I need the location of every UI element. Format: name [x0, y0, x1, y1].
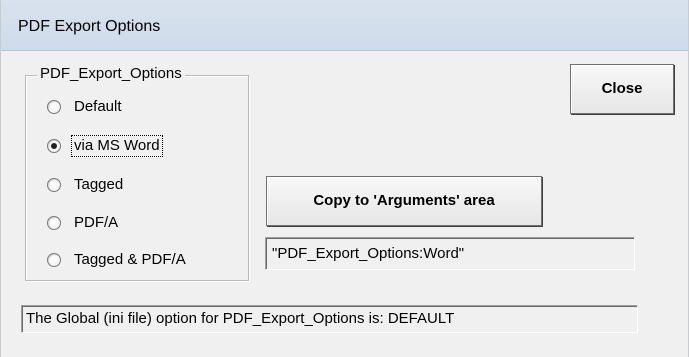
radio-default[interactable]: Default [47, 96, 124, 118]
radio-button-selected-icon[interactable] [47, 139, 61, 153]
pdf-export-options-window: PDF Export Options PDF_Export_Options De… [0, 0, 689, 357]
title-bar[interactable]: PDF Export Options [1, 0, 688, 51]
group-legend: PDF_Export_Options [37, 64, 185, 84]
radio-tagged-and-pdfa[interactable]: Tagged & PDF/A [47, 249, 188, 271]
global-option-status: The Global (ini file) option for PDF_Exp… [21, 305, 638, 333]
radio-label-tagged-and-pdfa[interactable]: Tagged & PDF/A [72, 250, 188, 270]
close-button[interactable]: Close [570, 64, 674, 114]
radio-pdfa[interactable]: PDF/A [47, 212, 120, 234]
window-title: PDF Export Options [18, 18, 161, 35]
radio-button-icon[interactable] [47, 253, 61, 267]
radio-label-default[interactable]: Default [72, 97, 124, 117]
copy-to-arguments-button[interactable]: Copy to 'Arguments' area [266, 176, 542, 226]
radio-tagged[interactable]: Tagged [47, 174, 125, 196]
radio-button-icon[interactable] [47, 178, 61, 192]
radio-button-icon[interactable] [47, 216, 61, 230]
arguments-preview-field: "PDF_Export_Options:Word" [265, 237, 635, 270]
radio-button-icon[interactable] [47, 100, 61, 114]
radio-label-pdfa[interactable]: PDF/A [72, 213, 120, 233]
radio-via-ms-word[interactable]: via MS Word [47, 135, 163, 157]
radio-label-tagged[interactable]: Tagged [72, 175, 125, 195]
radio-label-via-ms-word[interactable]: via MS Word [71, 135, 163, 157]
